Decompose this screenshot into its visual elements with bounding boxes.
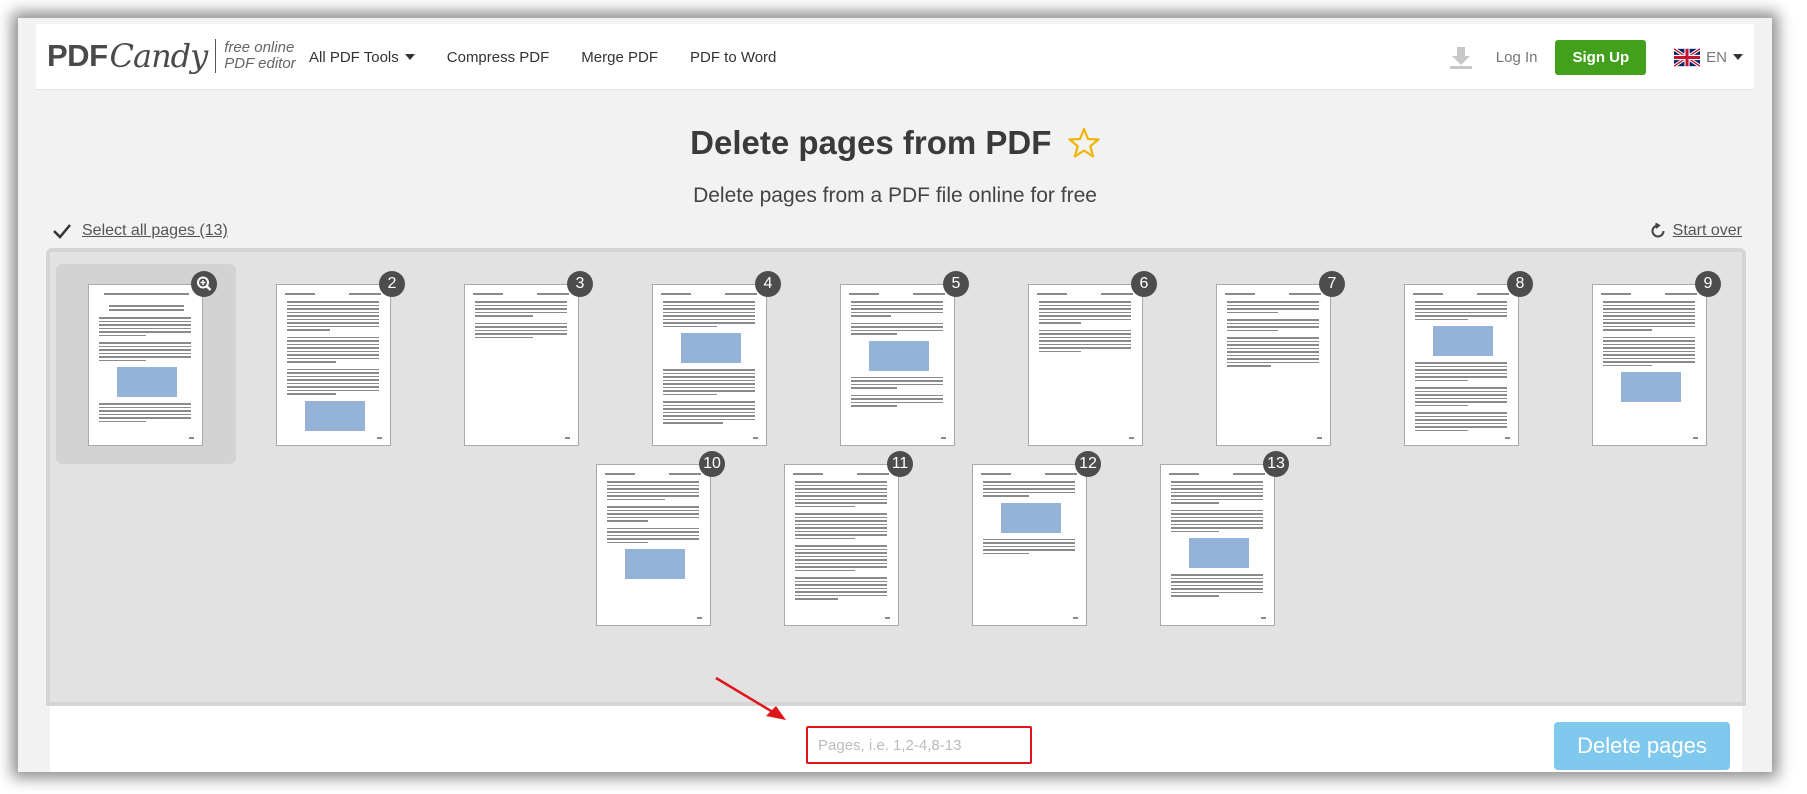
- logo-tagline: free online PDF editor: [224, 40, 295, 72]
- main-nav: All PDF Tools Compress PDF Merge PDF PDF…: [309, 24, 808, 90]
- page-number-badge: 10: [699, 451, 725, 477]
- pages-grid: 2 3 4 5 6 7 8 9 10 11 12 13: [46, 248, 1746, 706]
- page-number-badge: 3: [567, 271, 593, 297]
- page-preview[interactable]: [1592, 284, 1707, 446]
- page-thumbnail[interactable]: 12: [940, 444, 1120, 644]
- checkmark-icon: [53, 224, 71, 239]
- page-thumbnail[interactable]: 13: [1128, 444, 1308, 644]
- page-number-badge: 13: [1263, 451, 1289, 477]
- star-icon[interactable]: [1068, 127, 1100, 159]
- page-number-badge: 7: [1319, 271, 1345, 297]
- header-right: Log In Sign Up EN: [1448, 24, 1754, 90]
- page-number-badge: 12: [1075, 451, 1101, 477]
- page-number-badge: 8: [1507, 271, 1533, 297]
- page-content: PDF Candy free online PDF editor All PDF…: [36, 24, 1754, 772]
- pdfcandy-logo[interactable]: PDF Candy free online PDF editor: [47, 34, 296, 78]
- top-header: PDF Candy free online PDF editor All PDF…: [36, 24, 1754, 90]
- zoom-icon[interactable]: [191, 271, 217, 297]
- page-preview[interactable]: [840, 284, 955, 446]
- page-thumbnail[interactable]: 11: [752, 444, 932, 644]
- page-number-badge: 2: [379, 271, 405, 297]
- page-thumbnail[interactable]: 8: [1372, 264, 1552, 464]
- page-preview[interactable]: [596, 464, 711, 626]
- nav-merge-pdf-label: Merge PDF: [581, 48, 658, 66]
- page-thumbnail[interactable]: 4: [620, 264, 800, 464]
- login-link[interactable]: Log In: [1496, 49, 1538, 66]
- language-label: EN: [1706, 48, 1727, 66]
- page-number-badge: 6: [1131, 271, 1157, 297]
- page-preview[interactable]: [972, 464, 1087, 626]
- download-icon[interactable]: [1448, 44, 1474, 70]
- page-thumbnail[interactable]: 10: [564, 444, 744, 644]
- language-selector[interactable]: EN: [1674, 47, 1743, 67]
- select-all-pages[interactable]: Select all pages (13): [52, 222, 228, 240]
- page-preview[interactable]: [784, 464, 899, 626]
- page-subtitle: Delete pages from a PDF file online for …: [693, 184, 1097, 207]
- page-thumbnail[interactable]: 7: [1184, 264, 1364, 464]
- logo-separator: [215, 39, 217, 73]
- select-all-label: Select all pages (13): [82, 222, 228, 239]
- annotation-arrow-icon: [715, 676, 786, 720]
- nav-compress-pdf[interactable]: Compress PDF: [447, 49, 550, 66]
- nav-all-pdf-tools[interactable]: All PDF Tools: [309, 49, 415, 66]
- page-preview[interactable]: [276, 284, 391, 446]
- page-thumbnail[interactable]: 3: [432, 264, 612, 464]
- title-row: Delete pages from PDF: [36, 124, 1754, 162]
- page-thumbnail[interactable]: 9: [1560, 264, 1740, 464]
- page-preview[interactable]: [652, 284, 767, 446]
- page-preview[interactable]: [1160, 464, 1275, 626]
- page-number-badge: 4: [755, 271, 781, 297]
- pages-input[interactable]: [806, 726, 1032, 764]
- browser-frame: PDF Candy free online PDF editor All PDF…: [18, 18, 1772, 772]
- logo-candy-text: Candy: [109, 37, 209, 75]
- page-thumbnail[interactable]: [56, 264, 236, 464]
- nav-pdf-to-word[interactable]: PDF to Word: [690, 49, 776, 66]
- refresh-icon: [1651, 223, 1665, 238]
- delete-pages-button[interactable]: Delete pages: [1554, 722, 1730, 770]
- page-preview[interactable]: [88, 284, 203, 446]
- page-title: Delete pages from PDF: [690, 124, 1052, 161]
- start-over[interactable]: Start over: [1650, 222, 1742, 240]
- start-over-label: Start over: [1672, 222, 1742, 239]
- page-number-badge: 11: [887, 451, 913, 477]
- nav-pdf-to-word-label: PDF to Word: [689, 48, 777, 66]
- logo-tagline-line1: free online: [224, 39, 295, 56]
- signup-button[interactable]: Sign Up: [1555, 39, 1647, 75]
- page-number-badge: 9: [1695, 271, 1721, 297]
- nav-all-pdf-tools-label: All PDF Tools: [309, 48, 399, 66]
- page-preview[interactable]: [464, 284, 579, 446]
- page-thumbnail[interactable]: 6: [996, 264, 1176, 464]
- nav-merge-pdf[interactable]: Merge PDF: [581, 49, 658, 66]
- logo-pdf-text: PDF: [47, 38, 108, 73]
- chevron-down-icon: [404, 54, 415, 60]
- page-thumbnail[interactable]: 2: [244, 264, 424, 464]
- uk-flag-icon: [1674, 47, 1701, 67]
- logo-tagline-line2: PDF editor: [224, 55, 296, 72]
- page-preview[interactable]: [1404, 284, 1519, 446]
- page-thumbnail[interactable]: 5: [808, 264, 988, 464]
- page-preview[interactable]: [1028, 284, 1143, 446]
- page-preview[interactable]: [1216, 284, 1331, 446]
- chevron-down-icon: [1733, 54, 1743, 60]
- nav-compress-pdf-label: Compress PDF: [446, 48, 550, 66]
- page-number-badge: 5: [943, 271, 969, 297]
- bottom-action-bar: Delete pages: [50, 706, 1742, 772]
